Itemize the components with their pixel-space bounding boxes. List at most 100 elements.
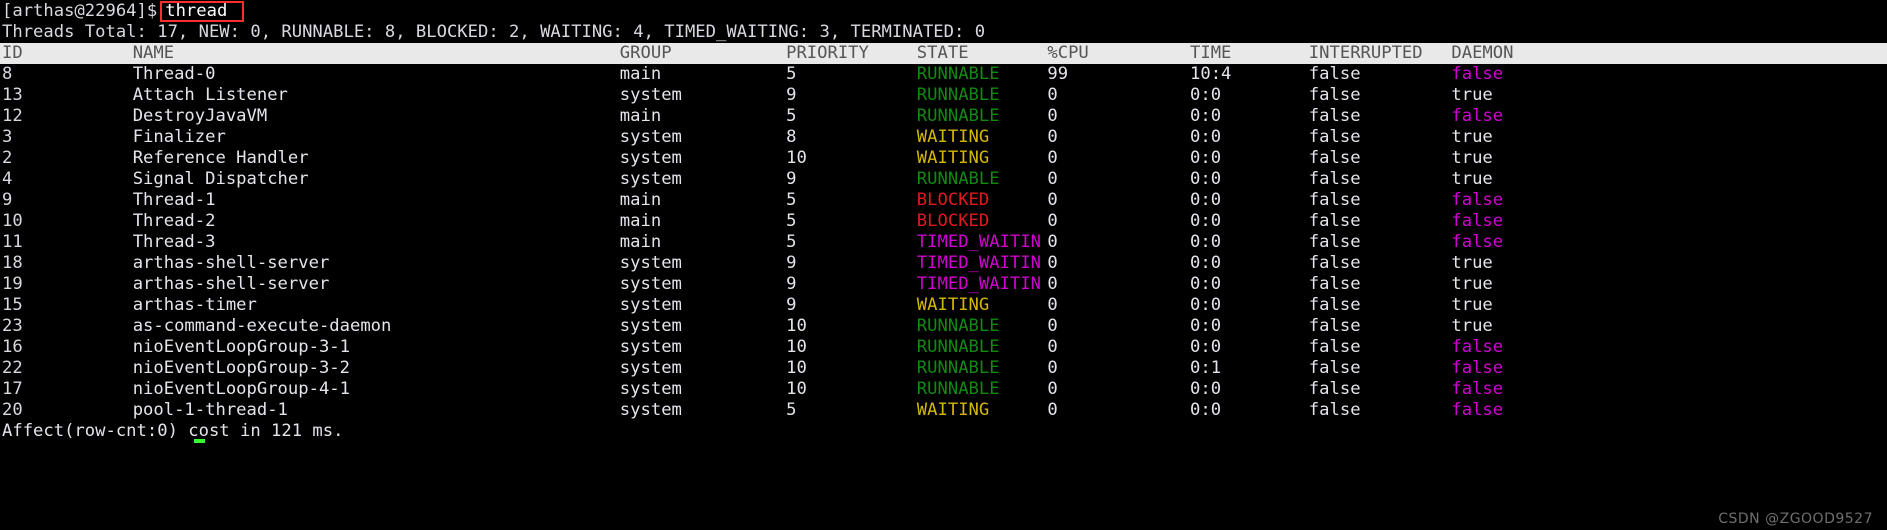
cell-time: 10:4 xyxy=(1190,64,1232,84)
cell-cpu: 0 xyxy=(1047,211,1058,231)
cell-time: 0:0 xyxy=(1190,169,1222,189)
cell-priority: 5 xyxy=(786,190,797,210)
shell-prompt: [arthas@22964]$ xyxy=(2,1,158,21)
cell-interrupted: false xyxy=(1308,64,1361,84)
column-header-state[interactable]: STATE xyxy=(917,43,969,64)
cell-time: 0:1 xyxy=(1190,358,1222,378)
cell-time: 0:0 xyxy=(1190,253,1222,273)
cell-name: arthas-shell-server xyxy=(132,253,330,273)
table-row[interactable]: 17 nioEventLoopGroup-4-1 system 10 RUNNABLE 0… xyxy=(0,379,1887,400)
table-row[interactable]: 18 arthas-shell-server system 9 TIMED_WAITIN… xyxy=(0,253,1887,274)
cell-state: RUNNABLE xyxy=(916,169,1000,189)
cell-id: 2 xyxy=(2,148,13,168)
table-header-row: ID NAME GROUP PRIORITY STATE %CPU TIME INTERRUP… xyxy=(0,43,1887,64)
cell-interrupted: false xyxy=(1308,379,1361,399)
cell-id: 4 xyxy=(2,169,13,189)
column-header-id[interactable]: ID xyxy=(2,43,23,64)
cell-interrupted: false xyxy=(1308,274,1361,294)
cell-state: WAITING xyxy=(916,148,990,168)
cell-group: system xyxy=(619,400,682,420)
table-row[interactable]: 13 Attach Listener system 9 RUNNABLE 0 0:0 fals… xyxy=(0,85,1887,106)
cell-group: system xyxy=(619,169,682,189)
threads-summary-line: Threads Total: 17, NEW: 0, RUNNABLE: 8, … xyxy=(2,22,986,42)
cell-state: TIMED_WAITIN xyxy=(916,274,1041,294)
cell-state: BLOCKED xyxy=(916,190,990,210)
cell-name: nioEventLoopGroup-4-1 xyxy=(132,379,350,399)
column-header-name[interactable]: NAME xyxy=(133,43,174,64)
cell-daemon: false xyxy=(1451,232,1504,252)
cell-name: nioEventLoopGroup-3-2 xyxy=(132,358,350,378)
cell-interrupted: false xyxy=(1308,253,1361,273)
cell-priority: 9 xyxy=(786,253,797,273)
column-header-group[interactable]: GROUP xyxy=(620,43,672,64)
table-row[interactable]: 12 DestroyJavaVM main 5 RUNNABLE 0 0:0 false fal… xyxy=(0,106,1887,127)
cell-daemon: false xyxy=(1451,211,1504,231)
cell-interrupted: false xyxy=(1308,337,1361,357)
cell-group: system xyxy=(619,358,682,378)
cell-daemon: false xyxy=(1451,190,1504,210)
table-row[interactable]: 23 as-command-execute-daemon system 10 RUNNA… xyxy=(0,316,1887,337)
table-row[interactable]: 20 pool-1-thread-1 system 5 WAITING 0 0:0 false… xyxy=(0,400,1887,421)
cell-id: 12 xyxy=(2,106,23,126)
table-row[interactable]: 3 Finalizer system 8 WAITING 0 0:0 false true xyxy=(0,127,1887,148)
cell-group: main xyxy=(619,106,662,126)
table-row[interactable]: 15 arthas-timer system 9 WAITING 0 0:0 false tru… xyxy=(0,295,1887,316)
cell-state: RUNNABLE xyxy=(916,358,1000,378)
cell-id: 10 xyxy=(2,211,23,231)
cell-cpu: 99 xyxy=(1047,64,1069,84)
cell-id: 9 xyxy=(2,190,13,210)
cell-cpu: 0 xyxy=(1047,295,1058,315)
cell-time: 0:0 xyxy=(1190,337,1222,357)
cell-interrupted: false xyxy=(1308,358,1361,378)
cell-priority: 5 xyxy=(786,211,797,231)
cell-group: system xyxy=(619,316,682,336)
cell-priority: 5 xyxy=(786,106,797,126)
cell-time: 0:0 xyxy=(1190,127,1222,147)
column-header-daemon[interactable]: DAEMON xyxy=(1451,43,1513,64)
cell-cpu: 0 xyxy=(1047,148,1058,168)
cell-priority: 5 xyxy=(786,232,797,252)
cell-daemon: true xyxy=(1451,169,1493,189)
cell-daemon: false xyxy=(1451,358,1504,378)
cell-name: Finalizer xyxy=(132,127,226,147)
cell-time: 0:0 xyxy=(1190,379,1222,399)
cell-interrupted: false xyxy=(1308,400,1361,420)
cell-interrupted: false xyxy=(1308,85,1361,105)
cell-cpu: 0 xyxy=(1047,379,1058,399)
cell-daemon: false xyxy=(1451,64,1504,84)
cell-priority: 9 xyxy=(786,274,797,294)
cell-daemon: false xyxy=(1451,379,1504,399)
table-row[interactable]: 8 Thread-0 main 5 RUNNABLE 99 10:4 false false xyxy=(0,64,1887,85)
cell-daemon: false xyxy=(1451,400,1504,420)
column-header-time[interactable]: TIME xyxy=(1190,43,1231,64)
cell-id: 8 xyxy=(2,64,13,84)
table-row[interactable]: 16 nioEventLoopGroup-3-1 system 10 RUNNABLE 0… xyxy=(0,337,1887,358)
cell-interrupted: false xyxy=(1308,169,1361,189)
column-header-interrupted[interactable]: INTERRUPTED xyxy=(1309,43,1423,64)
watermark: CSDN @ZGOOD9527 xyxy=(1718,511,1873,527)
cell-id: 16 xyxy=(2,337,23,357)
cell-cpu: 0 xyxy=(1047,106,1058,126)
table-row[interactable]: 4 Signal Dispatcher system 9 RUNNABLE 0 0:0 fal… xyxy=(0,169,1887,190)
cell-group: system xyxy=(619,337,682,357)
table-row[interactable]: 2 Reference Handler system 10 WAITING 0 0:0 fal… xyxy=(0,148,1887,169)
column-header-cpu[interactable]: %CPU xyxy=(1047,43,1088,64)
table-row[interactable]: 10 Thread-2 main 5 BLOCKED 0 0:0 false false xyxy=(0,211,1887,232)
cell-id: 3 xyxy=(2,127,13,147)
cell-id: 13 xyxy=(2,85,23,105)
cell-name: DestroyJavaVM xyxy=(132,106,268,126)
table-row[interactable]: 9 Thread-1 main 5 BLOCKED 0 0:0 false false xyxy=(0,190,1887,211)
cell-priority: 10 xyxy=(786,337,807,357)
cell-daemon: true xyxy=(1451,85,1493,105)
cell-interrupted: false xyxy=(1308,316,1361,336)
column-header-priority[interactable]: PRIORITY xyxy=(786,43,869,64)
cell-group: system xyxy=(619,379,682,399)
table-row[interactable]: 11 Thread-3 main 5 TIMED_WAITIN 0 0:0 false fals… xyxy=(0,232,1887,253)
cell-priority: 10 xyxy=(786,148,807,168)
cell-name: nioEventLoopGroup-3-1 xyxy=(132,337,350,357)
cell-interrupted: false xyxy=(1308,106,1361,126)
cell-priority: 9 xyxy=(786,295,797,315)
table-row[interactable]: 22 nioEventLoopGroup-3-2 system 10 RUNNABLE 0… xyxy=(0,358,1887,379)
table-row[interactable]: 19 arthas-shell-server system 9 TIMED_WAITIN… xyxy=(0,274,1887,295)
cell-cpu: 0 xyxy=(1047,400,1058,420)
